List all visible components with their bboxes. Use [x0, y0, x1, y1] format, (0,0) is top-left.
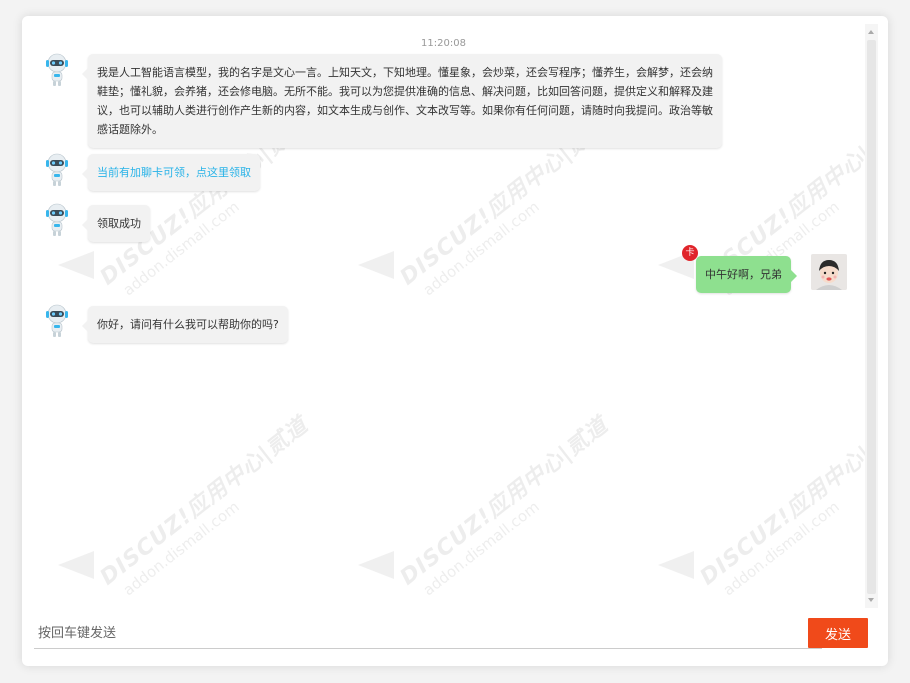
watermark-arrow [358, 251, 394, 279]
claim-chat-card-link[interactable]: 当前有加聊卡可领，点这里领取 [97, 166, 251, 179]
bot-message: 你好，请问有什么我可以帮助你的吗? [82, 306, 288, 343]
message-timestamp: 11:20:08 [421, 38, 466, 49]
scrollbar-thumb[interactable] [867, 40, 876, 594]
scroll-down-icon[interactable] [868, 598, 874, 602]
scroll-up-icon[interactable] [868, 30, 874, 34]
robot-avatar-icon[interactable] [42, 303, 72, 339]
watermark-line2: addon.dismall.com [119, 497, 243, 600]
send-button[interactable]: 发送 [808, 618, 868, 648]
watermark: DISCUZ!应用中心|贰道 addon.dismall.com [692, 412, 865, 608]
watermark: DISCUZ!应用中心|贰道 addon.dismall.com [92, 412, 322, 608]
user-message: 中午好啊，兄弟 [696, 256, 797, 293]
bot-message-text: 你好，请问有什么我可以帮助你的吗? [97, 318, 279, 331]
watermark-line2: addon.dismall.com [419, 497, 543, 600]
user-message-text: 中午好啊，兄弟 [705, 268, 782, 281]
message-input[interactable] [34, 618, 822, 649]
bot-message-text: 领取成功 [97, 217, 141, 230]
card-badge: 卡 [682, 245, 698, 261]
bot-message-text: 我是人工智能语言模型，我的名字是文心一言。上知天文，下知地理。懂星象，会炒菜，还… [97, 66, 713, 136]
watermark: DISCUZ!应用中心|贰道 addon.dismall.com [392, 112, 622, 329]
robot-avatar-icon[interactable] [42, 152, 72, 188]
bot-message: 我是人工智能语言模型，我的名字是文心一言。上知天文，下知地理。懂星象，会炒菜，还… [82, 54, 722, 148]
watermark-arrow [58, 251, 94, 279]
watermark-arrow [358, 551, 394, 579]
watermark: DISCUZ!应用中心|贰道 addon.dismall.com [692, 113, 865, 329]
watermark-line1: DISCUZ!应用中心|贰道 [395, 112, 614, 291]
robot-avatar-icon[interactable] [42, 52, 72, 88]
watermark-arrow [58, 551, 94, 579]
watermark-line1: DISCUZ!应用中心|贰道 [95, 412, 314, 591]
watermark-line2: addon.dismall.com [419, 197, 543, 300]
watermark: DISCUZ!应用中心|贰道 addon.dismall.com [392, 412, 622, 608]
watermark-line1: DISCUZ!应用中心|贰道 [695, 412, 865, 591]
watermark-line1: DISCUZ!应用中心|贰道 [395, 412, 614, 591]
robot-avatar-icon[interactable] [42, 202, 72, 238]
scrollbar[interactable] [865, 24, 878, 608]
chat-panel: DISCUZ!应用中心|贰道 addon.dismall.com DISCUZ!… [22, 16, 888, 666]
bot-message: 当前有加聊卡可领，点这里领取 [82, 154, 260, 191]
user-avatar-icon[interactable] [811, 254, 847, 290]
watermark-line2: addon.dismall.com [719, 497, 843, 600]
watermark-arrow [658, 551, 694, 579]
message-list[interactable]: DISCUZ!应用中心|贰道 addon.dismall.com DISCUZ!… [22, 16, 865, 608]
bot-message: 领取成功 [82, 205, 150, 242]
